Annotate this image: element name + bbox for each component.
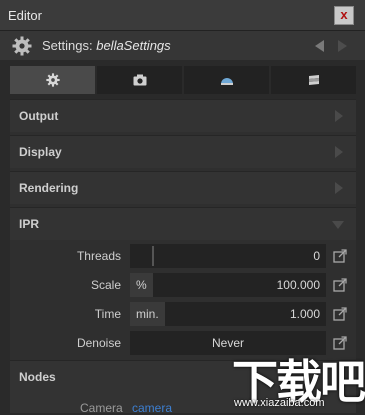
gear-icon [45, 73, 60, 87]
settings-label: Settings: bellaSettings [42, 38, 171, 53]
section-label: Rendering [19, 181, 79, 195]
scale-field[interactable]: % 100.000 [130, 273, 326, 297]
nodes-camera-label: Camera [80, 401, 123, 415]
section-label: Output [19, 109, 59, 123]
settings-header: Settings: bellaSettings [0, 31, 365, 60]
chevron-right-icon [335, 146, 343, 158]
window-titlebar: Editor x [0, 0, 365, 31]
settings-object-name: bellaSettings [96, 38, 171, 53]
section-label: IPR [19, 217, 40, 231]
window-title: Editor [8, 8, 42, 23]
chevron-down-icon [332, 221, 344, 229]
settings-tabs [10, 66, 356, 94]
watermark-url: www.xiazaiba.com [234, 397, 325, 409]
threads-slider[interactable]: 0 [130, 244, 326, 268]
sky-dome-icon [220, 78, 233, 85]
link-icon[interactable] [333, 249, 347, 263]
tab-camera[interactable] [97, 66, 182, 94]
watermark-logo: 下载吧 www.xiazaiba.com [230, 348, 365, 412]
close-icon: x [340, 7, 348, 22]
section-display[interactable]: Display [10, 135, 356, 168]
settings-prefix: Settings: [42, 38, 93, 53]
scale-unit: % [130, 273, 153, 297]
gear-icon [12, 36, 32, 56]
section-ipr[interactable]: IPR [10, 207, 356, 240]
next-arrow-icon[interactable] [338, 40, 347, 52]
slider-handle[interactable] [152, 246, 154, 266]
time-value: 1.000 [289, 307, 320, 321]
denoise-label: Denoise [76, 336, 121, 350]
threads-label: Threads [76, 249, 121, 263]
threads-value: 0 [313, 249, 320, 263]
tab-settings[interactable] [10, 66, 95, 94]
section-rendering[interactable]: Rendering [10, 171, 356, 204]
chevron-right-icon [335, 110, 343, 122]
layers-icon [308, 75, 319, 85]
time-field[interactable]: min. 1.000 [130, 302, 326, 326]
link-icon[interactable] [333, 278, 347, 292]
tab-environment[interactable] [184, 66, 269, 94]
chevron-right-icon [335, 182, 343, 194]
time-unit: min. [130, 302, 165, 326]
scale-label: Scale [90, 278, 121, 292]
section-label: Nodes [19, 370, 56, 384]
tab-layers[interactable] [271, 66, 356, 94]
close-button[interactable]: x [334, 6, 354, 25]
section-output[interactable]: Output [10, 99, 356, 132]
section-label: Display [19, 145, 62, 159]
link-icon[interactable] [333, 307, 347, 321]
nodes-camera-link[interactable]: camera [132, 401, 172, 415]
camera-icon [133, 74, 146, 86]
time-label: Time [94, 307, 121, 321]
scale-value: 100.000 [276, 278, 320, 292]
previous-arrow-icon[interactable] [315, 40, 324, 52]
